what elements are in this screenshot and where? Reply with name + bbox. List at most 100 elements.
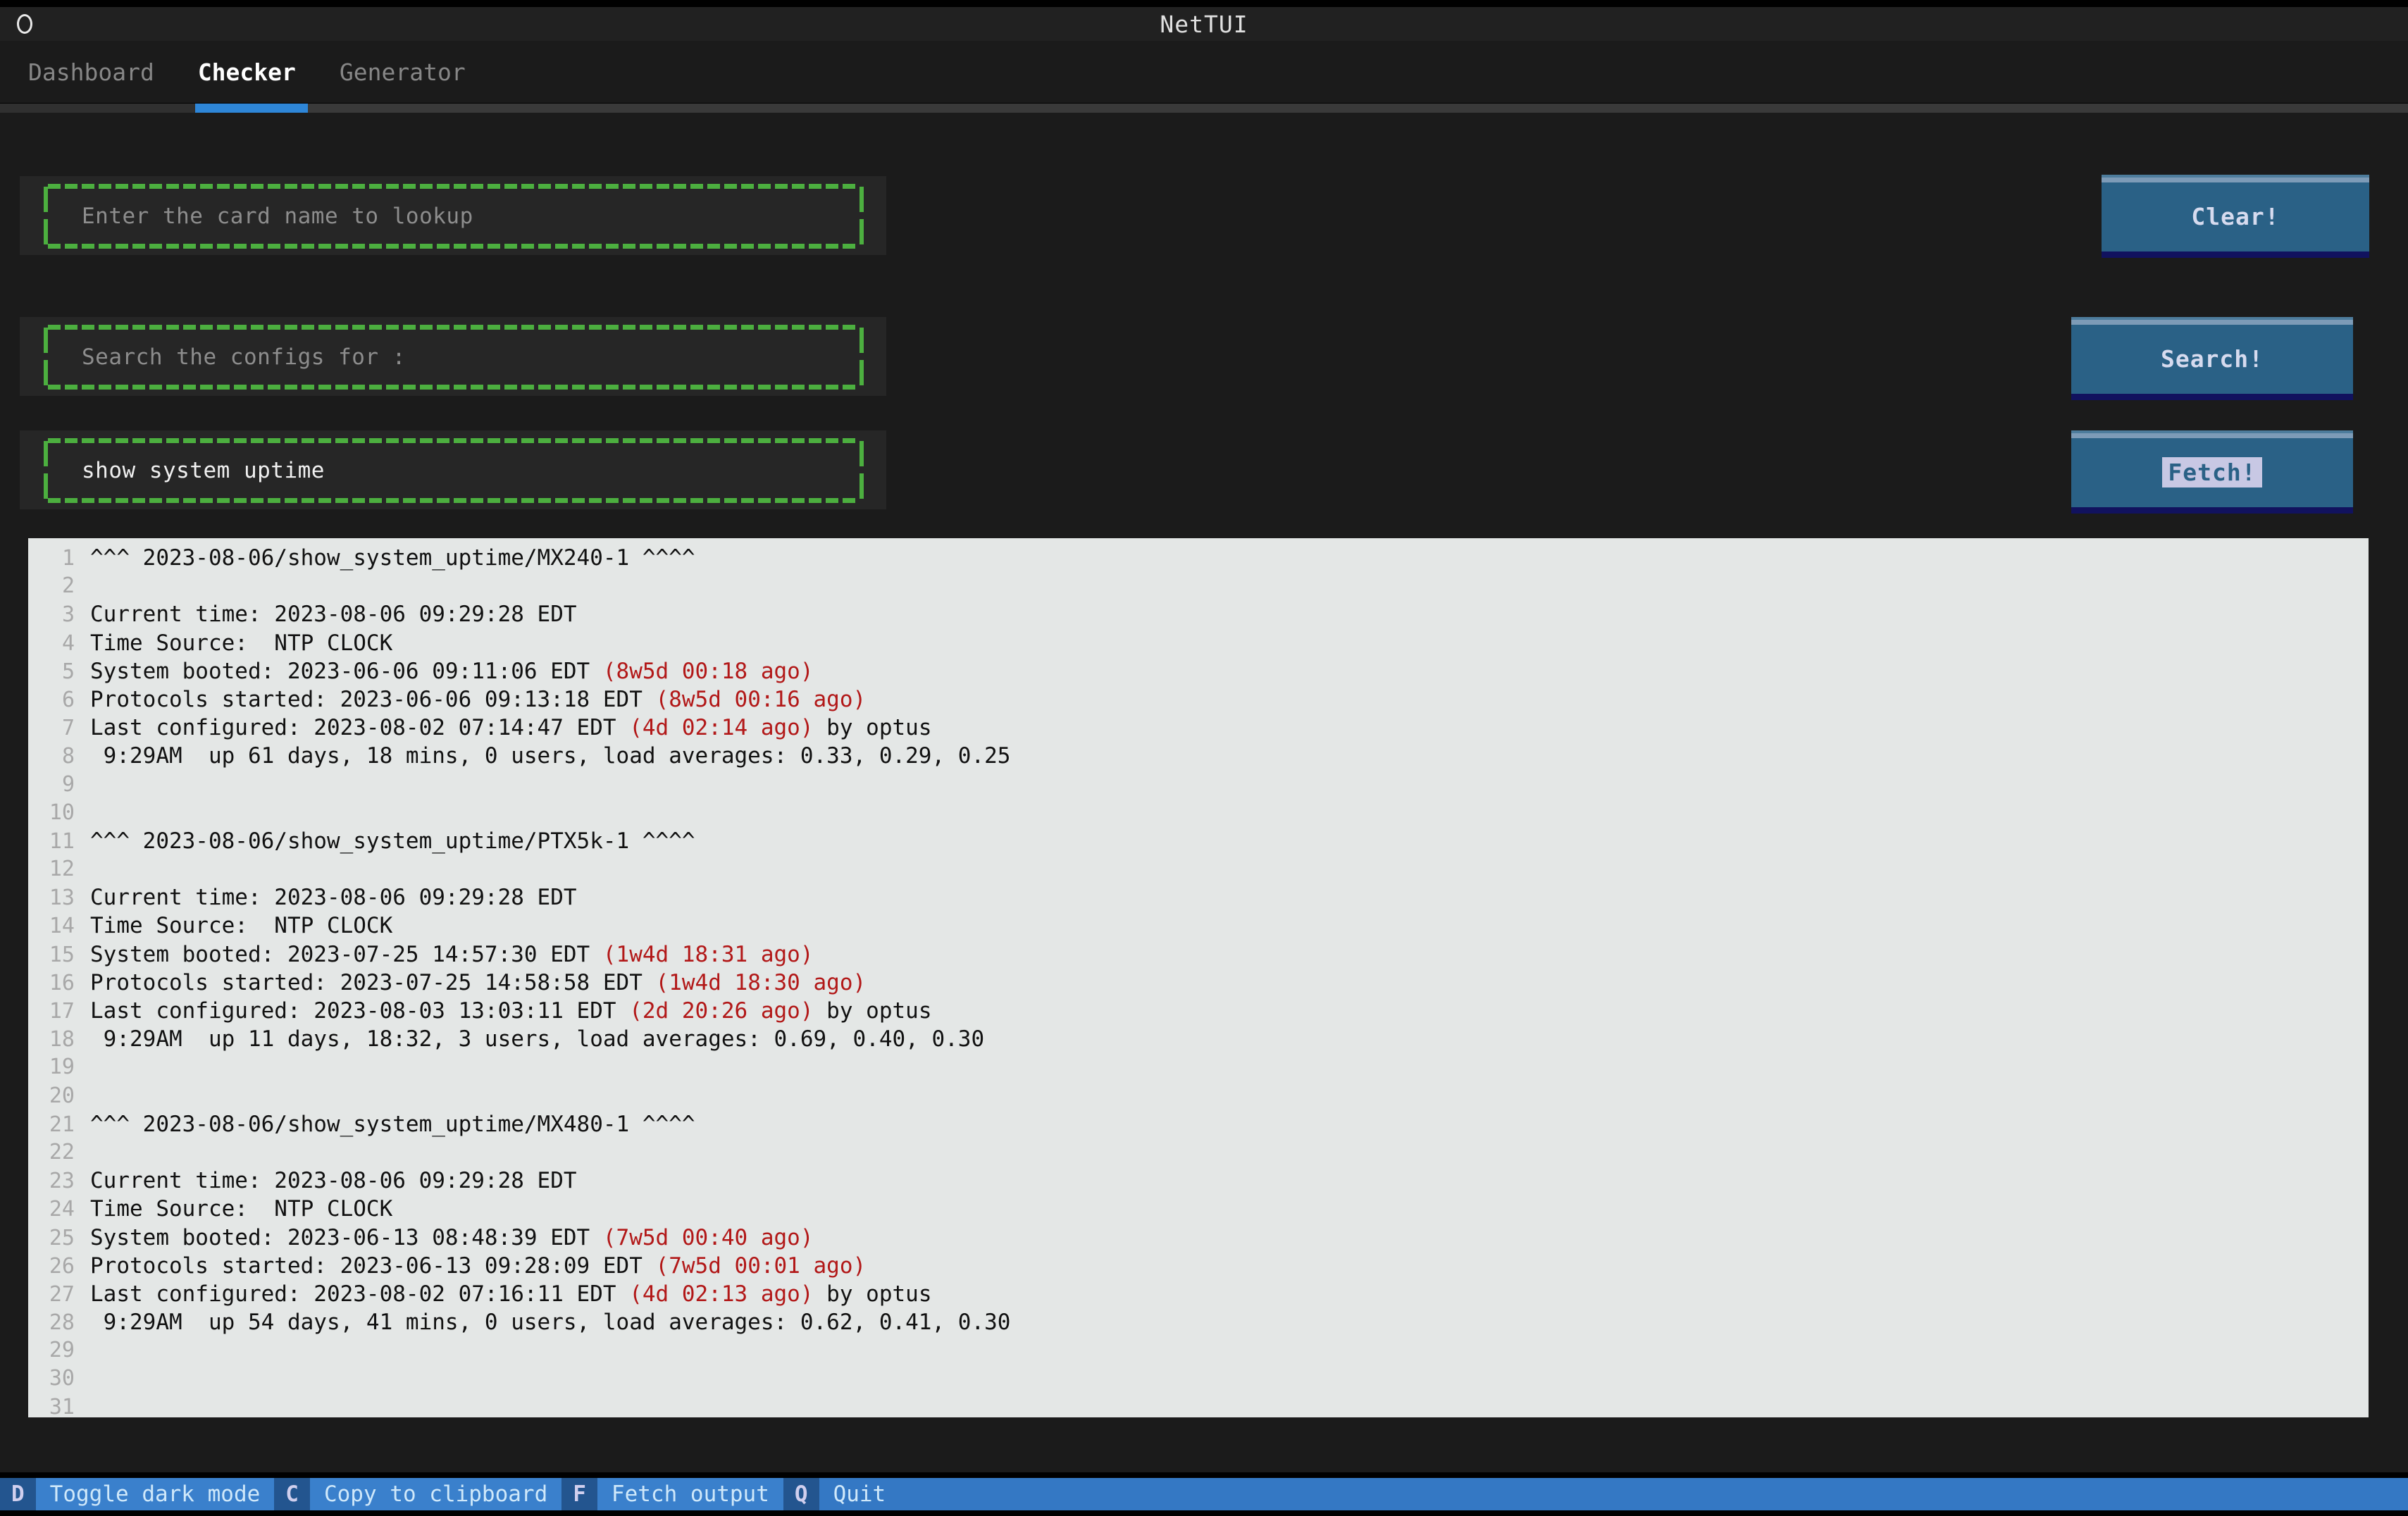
output-line: 5 System booted: 2023-06-06 09:11:06 EDT … xyxy=(28,657,2369,685)
footer-desc-d[interactable]: Toggle dark mode xyxy=(35,1478,275,1510)
line-number: 8 xyxy=(61,744,75,769)
line-number: 27 xyxy=(49,1281,75,1307)
button-bottom-edge xyxy=(2071,507,2353,514)
output-line: 2 xyxy=(28,572,2369,600)
clear-button-label: Clear! xyxy=(2191,202,2280,230)
button-bottom-edge xyxy=(2102,251,2369,258)
input-border-top xyxy=(48,325,859,330)
output-line: 12 xyxy=(28,855,2369,883)
card-name-input-container: Enter the card name to lookup xyxy=(20,176,886,255)
input-border-left xyxy=(44,441,48,500)
output-line: 24 Time Source: NTP CLOCK xyxy=(28,1195,2369,1223)
line-number: 16 xyxy=(49,970,75,995)
output-line: 3 Current time: 2023-08-06 09:29:28 EDT xyxy=(28,600,2369,628)
output-line: 18 9:29AM up 11 days, 18:32, 3 users, lo… xyxy=(28,1025,2369,1053)
footer-desc-f[interactable]: Fetch output xyxy=(597,1478,783,1510)
card-name-input[interactable]: Enter the card name to lookup xyxy=(44,184,864,249)
line-number: 22 xyxy=(49,1139,75,1164)
output-line: 29 xyxy=(28,1336,2369,1365)
input-border-bottom xyxy=(48,498,859,503)
line-number: 14 xyxy=(49,914,75,939)
output-panel[interactable]: 1 ^^^ 2023-08-06/show_system_uptime/MX240… xyxy=(28,538,2369,1417)
tab-dashboard[interactable]: Dashboard xyxy=(28,58,154,86)
line-number: 10 xyxy=(49,800,75,825)
search-button-label: Search! xyxy=(2160,344,2264,373)
app-root: NetTUI Dashboard Checker Generator Enter… xyxy=(0,0,2408,1516)
tab-underline-inactive xyxy=(0,104,195,113)
line-number: 7 xyxy=(61,716,75,741)
footer-key-q[interactable]: Q xyxy=(783,1478,819,1510)
line-number: 26 xyxy=(49,1253,75,1279)
line-text: System booted: 2023-07-25 14:57:30 EDT (… xyxy=(90,941,814,967)
clear-button[interactable]: Clear! xyxy=(2102,175,2369,258)
footer-desc-q[interactable]: Quit xyxy=(819,1478,900,1510)
output-line: 7 Last configured: 2023-08-02 07:14:47 ED… xyxy=(28,714,2369,742)
line-text: Protocols started: 2023-07-25 14:58:58 E… xyxy=(90,969,867,995)
tab-generator[interactable]: Generator xyxy=(340,58,466,86)
line-number: 11 xyxy=(49,828,75,854)
button-top-edge-inner xyxy=(2071,430,2353,433)
line-number: 5 xyxy=(61,659,75,684)
line-text: System booted: 2023-06-06 09:11:06 EDT (… xyxy=(90,658,814,684)
line-text: Time Source: NTP CLOCK xyxy=(90,913,393,939)
command-input-container: show system uptime xyxy=(20,430,886,509)
line-number: 21 xyxy=(49,1112,75,1137)
footer-desc-c[interactable]: Copy to clipboard xyxy=(309,1478,562,1510)
line-text: Last configured: 2023-08-03 13:03:11 EDT… xyxy=(90,998,932,1024)
line-number: 6 xyxy=(61,687,75,712)
command-input[interactable]: show system uptime xyxy=(44,438,864,503)
line-number: 3 xyxy=(61,602,75,628)
card-name-input-placeholder: Enter the card name to lookup xyxy=(82,204,473,229)
line-text: ^^^ 2023-08-06/show_system_uptime/MX480-… xyxy=(90,1111,695,1137)
command-input-value: show system uptime xyxy=(82,458,325,483)
tab-underline-active xyxy=(195,104,308,113)
tab-checker[interactable]: Checker xyxy=(198,58,296,86)
footer-key-d[interactable]: D xyxy=(0,1478,36,1510)
fetch-button[interactable]: Fetch! xyxy=(2071,430,2353,514)
output-line: 8 9:29AM up 61 days, 18 mins, 0 users, l… xyxy=(28,742,2369,770)
line-number: 20 xyxy=(49,1083,75,1108)
line-number: 4 xyxy=(61,630,75,656)
footer-key-f[interactable]: F xyxy=(561,1478,597,1510)
config-search-input[interactable]: Search the configs for : xyxy=(44,325,864,390)
output-line: 13 Current time: 2023-08-06 09:29:28 EDT xyxy=(28,883,2369,912)
fetch-button-label: Fetch! xyxy=(2162,456,2262,487)
output-line: 14 Time Source: NTP CLOCK xyxy=(28,912,2369,940)
output-line: 11 ^^^ 2023-08-06/show_system_uptime/PTX5… xyxy=(28,827,2369,855)
line-number: 31 xyxy=(49,1394,75,1417)
output-line: 19 xyxy=(28,1053,2369,1081)
input-border-bottom xyxy=(48,244,859,249)
line-number: 25 xyxy=(49,1225,75,1250)
line-text: Time Source: NTP CLOCK xyxy=(90,1196,393,1222)
line-text: Time Source: NTP CLOCK xyxy=(90,630,393,656)
output-line: 30 xyxy=(28,1365,2369,1393)
output-line: 27 Last configured: 2023-08-02 07:16:11 E… xyxy=(28,1280,2369,1308)
button-top-edge-inner xyxy=(2102,175,2369,178)
line-number: 1 xyxy=(61,546,75,571)
input-border-top xyxy=(48,438,859,443)
line-text: ^^^ 2023-08-06/show_system_uptime/PTX5k-… xyxy=(90,828,695,854)
line-number: 28 xyxy=(49,1310,75,1336)
output-line: 15 System booted: 2023-07-25 14:57:30 EDT… xyxy=(28,940,2369,969)
line-number: 24 xyxy=(49,1197,75,1222)
output-line: 4 Time Source: NTP CLOCK xyxy=(28,629,2369,657)
input-border-right xyxy=(859,441,864,500)
config-search-input-placeholder: Search the configs for : xyxy=(82,344,406,370)
output-line: 20 xyxy=(28,1082,2369,1110)
line-number: 18 xyxy=(49,1027,75,1052)
footer-key-c[interactable]: C xyxy=(274,1478,310,1510)
input-border-left xyxy=(44,187,48,246)
output-line: 9 xyxy=(28,771,2369,799)
input-border-top xyxy=(48,184,859,189)
output-line: 23 Current time: 2023-08-06 09:29:28 EDT xyxy=(28,1167,2369,1195)
footer-keybindings: D Toggle dark mode C Copy to clipboard F Fetc… xyxy=(0,1478,2408,1510)
input-border-right xyxy=(859,328,864,387)
line-text: Current time: 2023-08-06 09:29:28 EDT xyxy=(90,885,577,911)
app-title: NetTUI xyxy=(1160,10,1248,38)
search-button[interactable]: Search! xyxy=(2071,317,2353,400)
line-number: 29 xyxy=(49,1338,75,1363)
line-number: 17 xyxy=(49,999,75,1024)
line-text: Protocols started: 2023-06-13 09:28:09 E… xyxy=(90,1253,867,1279)
tab-underline-track xyxy=(0,104,2408,113)
line-text: Last configured: 2023-08-02 07:14:47 EDT… xyxy=(90,715,932,741)
